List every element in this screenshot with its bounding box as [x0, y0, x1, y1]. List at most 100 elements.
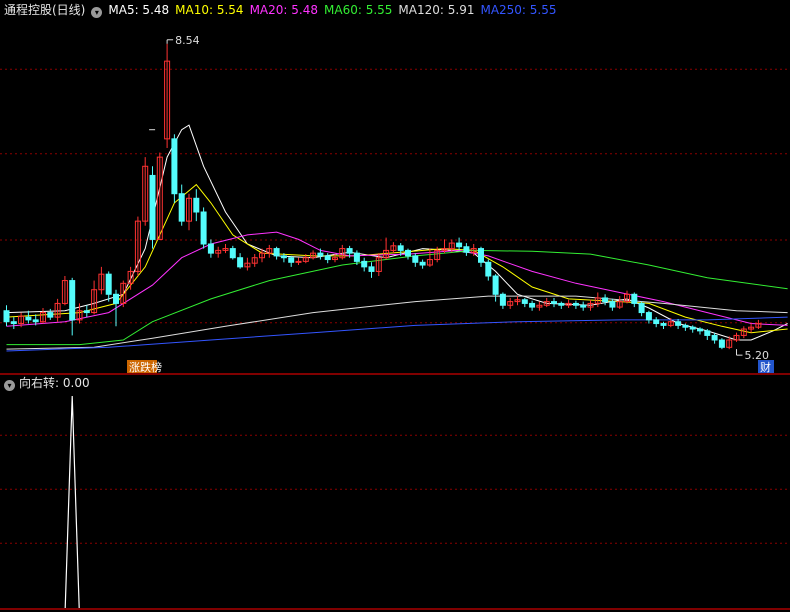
- candle-body: [704, 330, 711, 336]
- indicator-panel: [64, 395, 80, 609]
- candle: [733, 332, 740, 342]
- candle: [368, 262, 375, 278]
- signal-peak: [64, 395, 80, 609]
- moving-average-lines: [6, 124, 788, 352]
- candle-body: [419, 261, 426, 266]
- candle-body: [149, 174, 156, 240]
- candle: [514, 296, 521, 306]
- candle: [244, 257, 251, 271]
- candle: [10, 317, 17, 330]
- candle: [339, 244, 346, 260]
- candle: [215, 246, 222, 258]
- event-tag-left-text: 涨跌榜: [129, 360, 162, 374]
- candle: [69, 277, 76, 336]
- candle-body: [207, 243, 214, 254]
- candle: [317, 248, 324, 260]
- candle: [740, 326, 747, 339]
- candle-body: [485, 261, 492, 277]
- candle: [426, 248, 433, 267]
- candle: [748, 323, 755, 333]
- candle-body: [463, 246, 470, 253]
- candle: [616, 296, 623, 309]
- high-price-label: 8.54: [175, 34, 200, 47]
- candle-body: [711, 334, 718, 341]
- candle: [602, 294, 609, 306]
- candle-body: [324, 255, 331, 261]
- candle-body: [105, 273, 112, 295]
- candle-body: [456, 242, 463, 248]
- candle-body: [521, 299, 528, 304]
- ma-legend-item: MA10: 5.54: [175, 3, 244, 17]
- candle: [142, 157, 149, 226]
- candle: [149, 166, 156, 249]
- candle: [266, 244, 273, 258]
- candle: [536, 301, 543, 311]
- candle: [675, 318, 682, 330]
- candle-body: [280, 255, 287, 259]
- candle-body: [580, 304, 587, 308]
- candle-body: [645, 312, 652, 321]
- candle-body: [361, 260, 368, 268]
- candle-body: [697, 328, 703, 332]
- candle: [653, 317, 660, 328]
- candle-body: [69, 280, 76, 321]
- candle-body: [317, 252, 324, 257]
- candle: [405, 248, 411, 260]
- candle-body: [499, 293, 506, 306]
- candle: [127, 266, 134, 290]
- candle: [40, 308, 46, 324]
- candle-body: [689, 326, 696, 330]
- candle: [507, 297, 514, 309]
- candle: [361, 257, 368, 272]
- ma-line-ma5: [6, 124, 788, 341]
- candle-body: [273, 248, 280, 257]
- candle: [83, 305, 90, 318]
- candle: [572, 300, 579, 309]
- candle-body: [397, 245, 404, 251]
- chart-title: 通程控股(日线): [4, 3, 86, 17]
- candle: [61, 276, 68, 306]
- candle: [551, 297, 557, 308]
- candle-body: [237, 257, 244, 268]
- ma-legend-item: MA250: 5.55: [480, 3, 557, 17]
- candle-body: [405, 249, 411, 257]
- collapse-icon[interactable]: ▾: [91, 7, 103, 18]
- candle-body: [368, 266, 375, 272]
- candle: [704, 329, 711, 340]
- candle: [332, 254, 338, 263]
- candle: [594, 292, 601, 308]
- candle-body: [551, 301, 557, 304]
- candle: [485, 259, 492, 281]
- candle: [412, 253, 419, 267]
- ma-legend-item: MA5: 5.48: [108, 3, 170, 17]
- candle-body: [609, 301, 616, 308]
- candle: [419, 259, 426, 269]
- candle: [310, 250, 317, 260]
- candle-body: [193, 197, 200, 213]
- candle: [193, 189, 200, 222]
- candle-body: [602, 297, 609, 303]
- candle: [288, 255, 295, 267]
- candle: [521, 297, 528, 308]
- candle: [390, 242, 397, 254]
- candle-body: [171, 138, 178, 195]
- collapse-icon[interactable]: ▾: [4, 380, 15, 391]
- candle-body: [653, 319, 660, 325]
- candle: [237, 253, 244, 269]
- candle-body: [295, 260, 302, 263]
- candle: [105, 271, 112, 302]
- candle: [295, 257, 302, 266]
- ma-legend-item: MA120: 5.91: [398, 3, 475, 17]
- ma-legend-item: MA20: 5.48: [249, 3, 318, 17]
- candle: [3, 305, 10, 327]
- candle: [324, 253, 331, 264]
- candle: [273, 246, 280, 260]
- candle: [383, 237, 390, 260]
- indicator-header: ▾ 向右转: 0.00: [4, 376, 90, 391]
- candle: [638, 301, 645, 317]
- candle-body: [229, 248, 236, 259]
- candle-body: [529, 302, 536, 308]
- candle-body: [631, 293, 638, 304]
- candle-body: [288, 257, 295, 263]
- candle: [624, 290, 630, 304]
